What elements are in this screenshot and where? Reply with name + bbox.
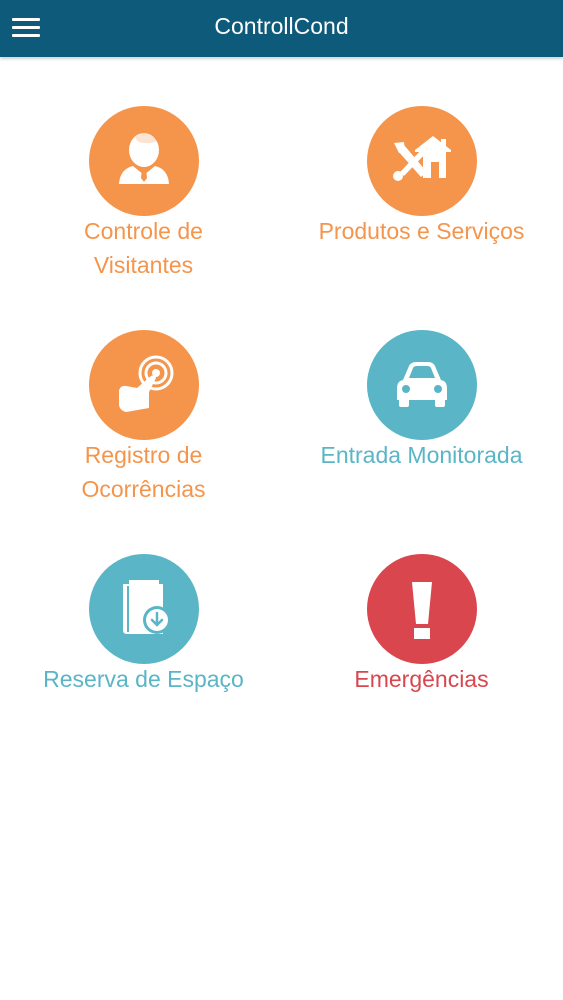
tile-produtos-servicos[interactable]: Produtos e Serviços	[281, 106, 562, 252]
page-title: ControllCond	[214, 13, 349, 39]
book-reservation-icon	[88, 554, 199, 664]
tile-controle-visitantes[interactable]: Controle de Visitantes	[3, 106, 284, 286]
visitor-icon	[88, 106, 199, 216]
tile-label: Registro de Ocorrências	[81, 442, 206, 502]
app-bar: ControllCond	[0, 0, 563, 57]
tile-label: Reserva de Espaço	[43, 666, 244, 692]
tile-entrada-monitorada[interactable]: Entrada Monitorada	[281, 330, 562, 476]
tile-label: Controle de Visitantes	[84, 218, 203, 278]
exclamation-icon	[366, 554, 477, 664]
tools-house-icon	[366, 106, 477, 216]
report-incident-icon	[88, 330, 199, 440]
tile-label: Entrada Monitorada	[320, 442, 523, 468]
tile-label: Produtos e Serviços	[318, 218, 525, 244]
tile-reserva-espaco[interactable]: Reserva de Espaço	[3, 554, 284, 700]
tile-emergencias[interactable]: Emergências	[281, 554, 562, 700]
tile-registro-ocorrencias[interactable]: Registro de Ocorrências	[3, 330, 284, 510]
car-icon	[366, 330, 477, 440]
app-screen: ControllCond Controle de Visitantes Prod…	[0, 0, 563, 1000]
tile-label: Emergências	[354, 666, 489, 692]
